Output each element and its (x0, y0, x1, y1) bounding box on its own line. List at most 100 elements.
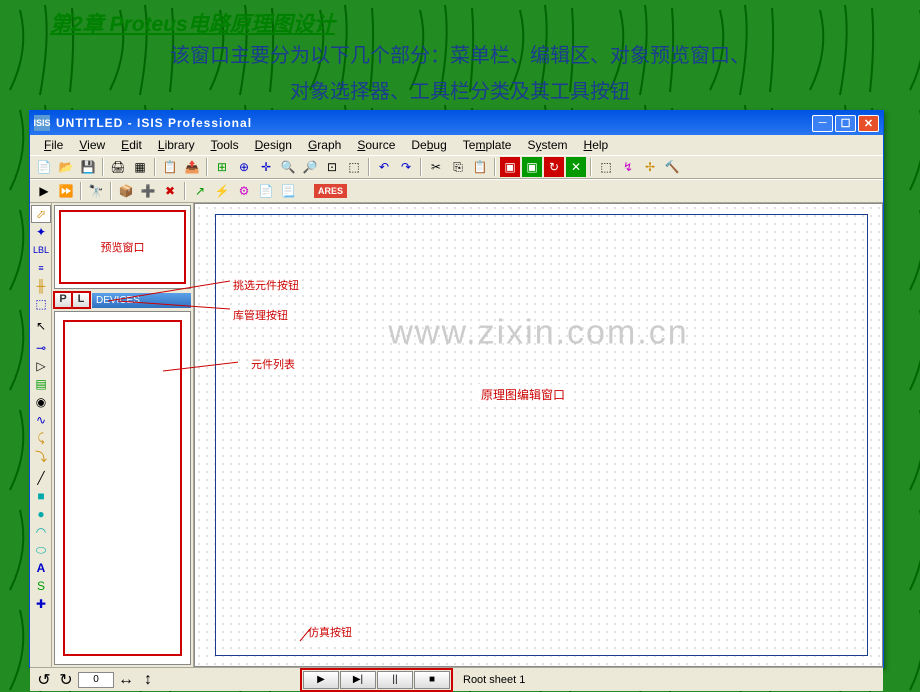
pause-button[interactable]: || (377, 671, 413, 689)
rt2-icon[interactable]: ⏩ (56, 181, 76, 201)
separator (494, 158, 496, 176)
menu-template[interactable]: Template (455, 136, 520, 154)
region-icon[interactable]: ▦ (130, 157, 150, 177)
mirror-v-icon[interactable]: ↕ (138, 671, 158, 689)
stop-button[interactable]: ■ (414, 671, 450, 689)
window-title: UNTITLED - ISIS Professional (56, 116, 812, 130)
play-button[interactable]: ▶ (303, 671, 339, 689)
titlebar[interactable]: ISIS UNTITLED - ISIS Professional ─ ☐ ✕ (30, 111, 883, 135)
rotate-cw-icon[interactable]: ↻ (56, 671, 76, 689)
terminal-icon[interactable]: ⊸ (31, 339, 51, 357)
hammer-icon[interactable]: 🔨 (662, 157, 682, 177)
bus-icon[interactable]: ╫ (31, 277, 51, 295)
close-button[interactable]: ✕ (858, 115, 879, 132)
junction-icon[interactable]: LBL (31, 241, 51, 259)
rotation-input[interactable] (78, 672, 114, 688)
annotation-sim: 仿真按钮 (305, 623, 355, 641)
zoom-out-icon[interactable]: 🔎 (300, 157, 320, 177)
search2-icon[interactable]: ⚡ (212, 181, 232, 201)
zoom-all-icon[interactable]: ⊡ (322, 157, 342, 177)
edit-area-label: 原理图编辑窗口 (475, 384, 571, 405)
new-icon[interactable]: 📄 (34, 157, 54, 177)
arc-icon[interactable]: ◠ (31, 523, 51, 541)
script-b-icon[interactable]: 📃 (278, 181, 298, 201)
block-rotate-icon[interactable]: ↻ (544, 157, 564, 177)
marker-icon[interactable]: ✚ (31, 595, 51, 613)
mirror-h-icon[interactable]: ↔ (116, 671, 136, 689)
subcircuit-icon[interactable]: ⬚ (31, 295, 51, 313)
cut-icon[interactable]: ✂ (426, 157, 446, 177)
menu-debug[interactable]: Debug (403, 136, 454, 154)
import-icon[interactable]: 📋 (160, 157, 180, 177)
current-probe-icon[interactable]: ⤵ (31, 447, 51, 465)
print-icon[interactable]: 🖨 (108, 157, 128, 177)
zoom-in-icon[interactable]: 🔍 (278, 157, 298, 177)
paste-icon[interactable]: 📋 (470, 157, 490, 177)
copy-icon[interactable]: ⎘ (448, 157, 468, 177)
menu-source[interactable]: Source (349, 136, 403, 154)
rt-icon[interactable]: ▶ (34, 181, 54, 201)
component-list[interactable] (54, 311, 191, 665)
block-copy-icon[interactable]: ▣ (500, 157, 520, 177)
pan-icon[interactable]: ✛ (256, 157, 276, 177)
block-move-icon[interactable]: ▣ (522, 157, 542, 177)
redo-icon[interactable]: ↷ (396, 157, 416, 177)
device-pin-icon[interactable]: ▷ (31, 357, 51, 375)
maximize-button[interactable]: ☐ (835, 115, 856, 132)
menu-view[interactable]: View (71, 136, 113, 154)
rotate-ccw-icon[interactable]: ↺ (34, 671, 54, 689)
step-button[interactable]: ▶| (340, 671, 376, 689)
menu-graph[interactable]: Graph (300, 136, 349, 154)
menu-file[interactable]: File (36, 136, 71, 154)
undo-icon[interactable]: ↶ (374, 157, 394, 177)
tape-icon[interactable]: ◉ (31, 393, 51, 411)
export-icon[interactable]: 📤 (182, 157, 202, 177)
devices-header: DEVICES (92, 293, 191, 308)
separator (154, 158, 156, 176)
add-pkg-icon[interactable]: ➕ (138, 181, 158, 201)
block-delete-icon[interactable]: ✕ (566, 157, 586, 177)
circle-icon[interactable]: ● (31, 505, 51, 523)
main-area: ⬀ ✦ LBL ≡ ╫ ⬚ ↖ ⊸ ▷ ▤ ◉ ∿ ⤹ ⤵ ╱ ■ ● ◠ ⬭ … (30, 203, 883, 667)
generator-icon[interactable]: ∿ (31, 411, 51, 429)
arrow-icon[interactable]: ↖ (31, 317, 51, 335)
graph-icon[interactable]: ▤ (31, 375, 51, 393)
grid-icon[interactable]: ⊞ (212, 157, 232, 177)
pick-component-button[interactable]: P (54, 292, 72, 308)
menu-library[interactable]: Library (150, 136, 203, 154)
binoculars-icon[interactable]: 🔭 (86, 181, 106, 201)
preview-outline: 预览窗口 (59, 210, 186, 284)
library-manage-button[interactable]: L (72, 292, 90, 308)
toolbar-main: 📄 📂 💾 🖨 ▦ 📋 📤 ⊞ ⊕ ✛ 🔍 🔎 ⊡ ⬚ ↶ ↷ ✂ ⎘ 📋 ▣ … (30, 155, 883, 179)
open-icon[interactable]: 📂 (56, 157, 76, 177)
decompose-icon[interactable]: ✢ (640, 157, 660, 177)
del-pkg-icon[interactable]: ✖ (160, 181, 180, 201)
menu-tools[interactable]: Tools (203, 136, 247, 154)
label-icon[interactable]: ≡ (31, 259, 51, 277)
netlist-icon[interactable]: ⚙ (234, 181, 254, 201)
path-icon[interactable]: ⬭ (31, 541, 51, 559)
zoom-area-icon[interactable]: ⬚ (344, 157, 364, 177)
menu-help[interactable]: Help (576, 136, 617, 154)
selection-mode-icon[interactable]: ⬀ (31, 205, 51, 223)
origin-icon[interactable]: ⊕ (234, 157, 254, 177)
script-a-icon[interactable]: 📄 (256, 181, 276, 201)
annotation-list: 元件列表 (248, 355, 298, 373)
wire-auto-icon[interactable]: ↗ (190, 181, 210, 201)
menu-system[interactable]: System (519, 136, 575, 154)
minimize-button[interactable]: ─ (812, 115, 833, 132)
text-icon[interactable]: A (31, 559, 51, 577)
save-icon[interactable]: 💾 (78, 157, 98, 177)
package-icon[interactable]: 📦 (116, 181, 136, 201)
symbol-icon[interactable]: S (31, 577, 51, 595)
line-icon[interactable]: ╱ (31, 469, 51, 487)
wire-tool-icon[interactable]: ↯ (618, 157, 638, 177)
voltage-probe-icon[interactable]: ⤹ (31, 429, 51, 447)
box-icon[interactable]: ■ (31, 487, 51, 505)
ares-button[interactable]: ARES (314, 184, 347, 198)
pick-icon[interactable]: ⬚ (596, 157, 616, 177)
component-mode-icon[interactable]: ✦ (31, 223, 51, 241)
menu-design[interactable]: Design (247, 136, 300, 154)
schematic-canvas[interactable]: www.zixin.com.cn 原理图编辑窗口 (194, 203, 883, 667)
menu-edit[interactable]: Edit (113, 136, 150, 154)
